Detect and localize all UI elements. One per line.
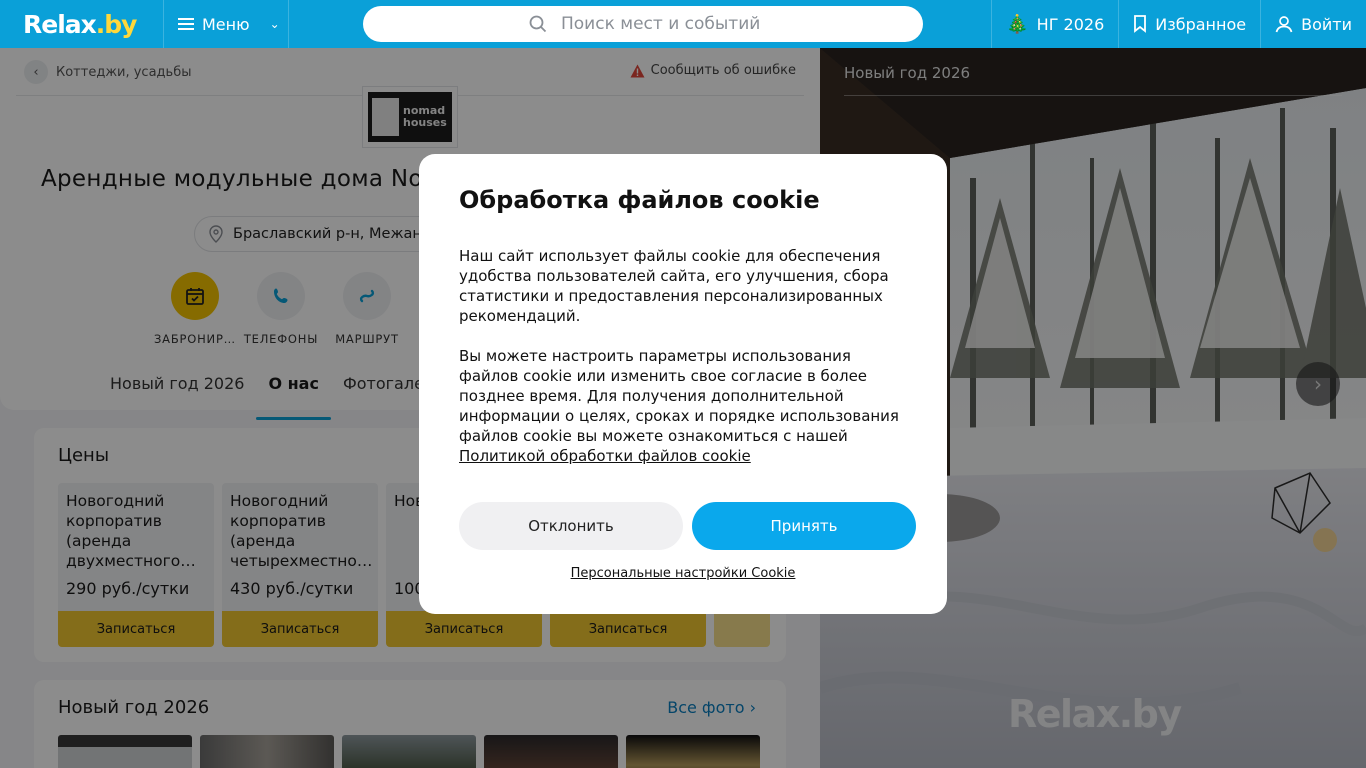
menu-button[interactable]: Меню ⌄ — [164, 0, 289, 48]
menu-label: Меню — [202, 14, 250, 34]
cookie-paragraph-1: Наш сайт использует файлы cookie для обе… — [459, 247, 889, 325]
bookmark-icon — [1134, 15, 1147, 33]
chevron-down-icon: ⌄ — [269, 17, 280, 31]
login-link[interactable]: Войти — [1260, 0, 1366, 48]
search-icon — [529, 15, 547, 33]
new-year-link[interactable]: 🎄 НГ 2026 — [991, 0, 1118, 48]
cookie-settings-link[interactable]: Персональные настройки Cookie — [419, 566, 947, 581]
search-input[interactable]: Поиск мест и событий — [363, 6, 923, 42]
search-placeholder: Поиск мест и событий — [561, 14, 761, 34]
favorites-label: Избранное — [1155, 14, 1247, 34]
logo-suffix: .by — [95, 9, 138, 39]
cookie-paragraph-2: Вы можете настроить параметры использова… — [459, 346, 909, 466]
logo-text: Relax — [23, 9, 97, 39]
christmas-tree-icon: 🎄 — [1006, 13, 1029, 35]
new-year-label: НГ 2026 — [1036, 14, 1105, 34]
accept-button[interactable]: Принять — [692, 502, 916, 550]
favorites-link[interactable]: Избранное — [1118, 0, 1260, 48]
cookie-consent-dialog: Обработка файлов cookie Наш сайт использ… — [419, 154, 947, 614]
user-icon — [1275, 16, 1293, 33]
decline-button[interactable]: Отклонить — [459, 502, 683, 550]
cookie-title: Обработка файлов cookie — [459, 186, 820, 214]
cookie-paragraph-2-text: Вы можете настроить параметры использова… — [459, 347, 899, 445]
site-logo[interactable]: Relax .by — [0, 0, 164, 48]
cookie-policy-link[interactable]: Политикой обработки файлов cookie — [459, 447, 751, 465]
top-navigation-bar: Relax .by Меню ⌄ Поиск мест и событий 🎄 Н… — [0, 0, 1366, 48]
login-label: Войти — [1301, 14, 1352, 34]
hamburger-icon — [178, 18, 194, 30]
